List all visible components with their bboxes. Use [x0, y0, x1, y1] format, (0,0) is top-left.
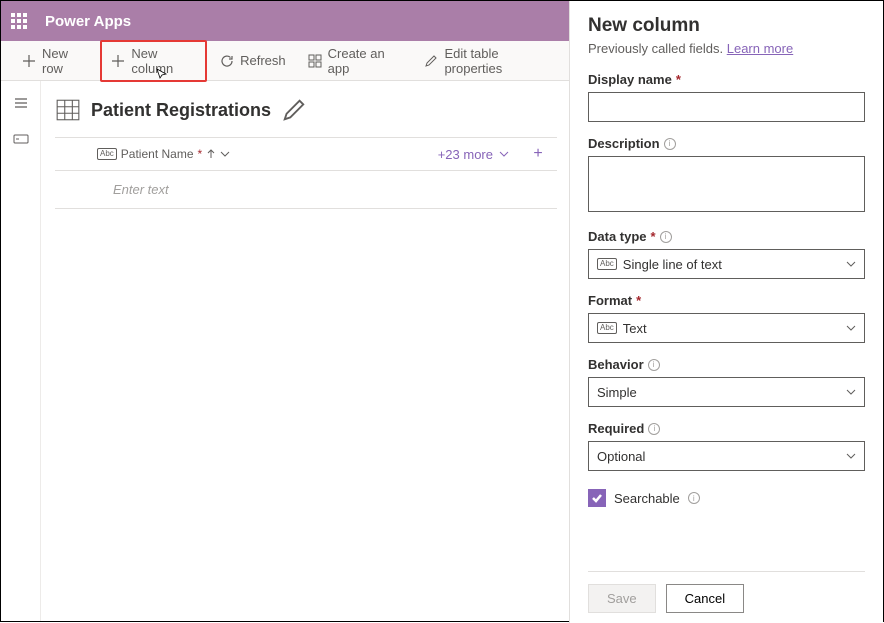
plus-icon: [22, 54, 36, 68]
info-icon[interactable]: i: [648, 359, 660, 371]
searchable-checkbox[interactable]: [588, 489, 606, 507]
format-select[interactable]: AbcText: [588, 313, 865, 343]
create-app-button[interactable]: Create an app: [299, 42, 412, 80]
new-row-button[interactable]: New row: [13, 42, 96, 80]
grid-header: Abc Patient Name* +23 more +: [55, 137, 557, 171]
display-name-input[interactable]: [588, 92, 865, 122]
refresh-icon: [220, 54, 234, 68]
edit-table-properties-button[interactable]: Edit table properties: [415, 42, 559, 80]
app-header: Power Apps: [1, 1, 571, 41]
info-icon[interactable]: i: [660, 231, 672, 243]
more-columns-button[interactable]: +23 more: [438, 147, 519, 162]
text-type-icon: Abc: [97, 148, 117, 160]
new-column-panel: New column Previously called fields. Lea…: [569, 1, 883, 623]
text-field-icon[interactable]: [11, 129, 31, 149]
left-rail: [1, 81, 41, 621]
sort-asc-icon: [206, 149, 216, 159]
app-name: Power Apps: [45, 13, 131, 30]
new-column-button[interactable]: New column: [100, 40, 207, 82]
panel-title: New column: [588, 15, 865, 37]
app-icon: [308, 54, 322, 68]
cancel-button[interactable]: Cancel: [666, 584, 744, 613]
chevron-down-icon: [499, 149, 509, 159]
searchable-label: Searchable: [614, 491, 680, 506]
command-bar: New row New column Refresh Create an app…: [1, 41, 571, 81]
save-button[interactable]: Save: [588, 584, 656, 613]
chevron-down-icon: [846, 451, 856, 461]
table-title: Patient Registrations: [91, 100, 271, 121]
plus-icon: [111, 54, 125, 68]
cell-input[interactable]: Enter text: [113, 182, 169, 197]
chevron-down-icon: [846, 259, 856, 269]
edit-title-icon[interactable]: [281, 97, 307, 123]
hamburger-icon[interactable]: [11, 93, 31, 113]
table-canvas: Patient Registrations Abc Patient Name* …: [41, 81, 571, 621]
pencil-icon: [424, 54, 438, 68]
text-type-icon: Abc: [597, 258, 617, 270]
column-header-patient-name[interactable]: Abc Patient Name*: [97, 147, 307, 161]
refresh-button[interactable]: Refresh: [211, 49, 295, 72]
chevron-down-icon: [220, 149, 230, 159]
required-select[interactable]: Optional: [588, 441, 865, 471]
chevron-down-icon: [846, 387, 856, 397]
waffle-icon[interactable]: [11, 13, 27, 29]
learn-more-link[interactable]: Learn more: [727, 41, 793, 56]
info-icon[interactable]: i: [648, 423, 660, 435]
chevron-down-icon: [846, 323, 856, 333]
table-row[interactable]: Enter text: [55, 171, 557, 209]
panel-subtitle: Previously called fields. Learn more: [588, 41, 865, 56]
info-icon[interactable]: i: [664, 138, 676, 150]
table-icon: [55, 97, 81, 123]
text-type-icon: Abc: [597, 322, 617, 334]
behavior-select[interactable]: Simple: [588, 377, 865, 407]
data-type-select[interactable]: AbcSingle line of text: [588, 249, 865, 279]
description-input[interactable]: [588, 156, 865, 212]
add-column-button[interactable]: +: [519, 145, 557, 163]
info-icon[interactable]: i: [688, 492, 700, 504]
